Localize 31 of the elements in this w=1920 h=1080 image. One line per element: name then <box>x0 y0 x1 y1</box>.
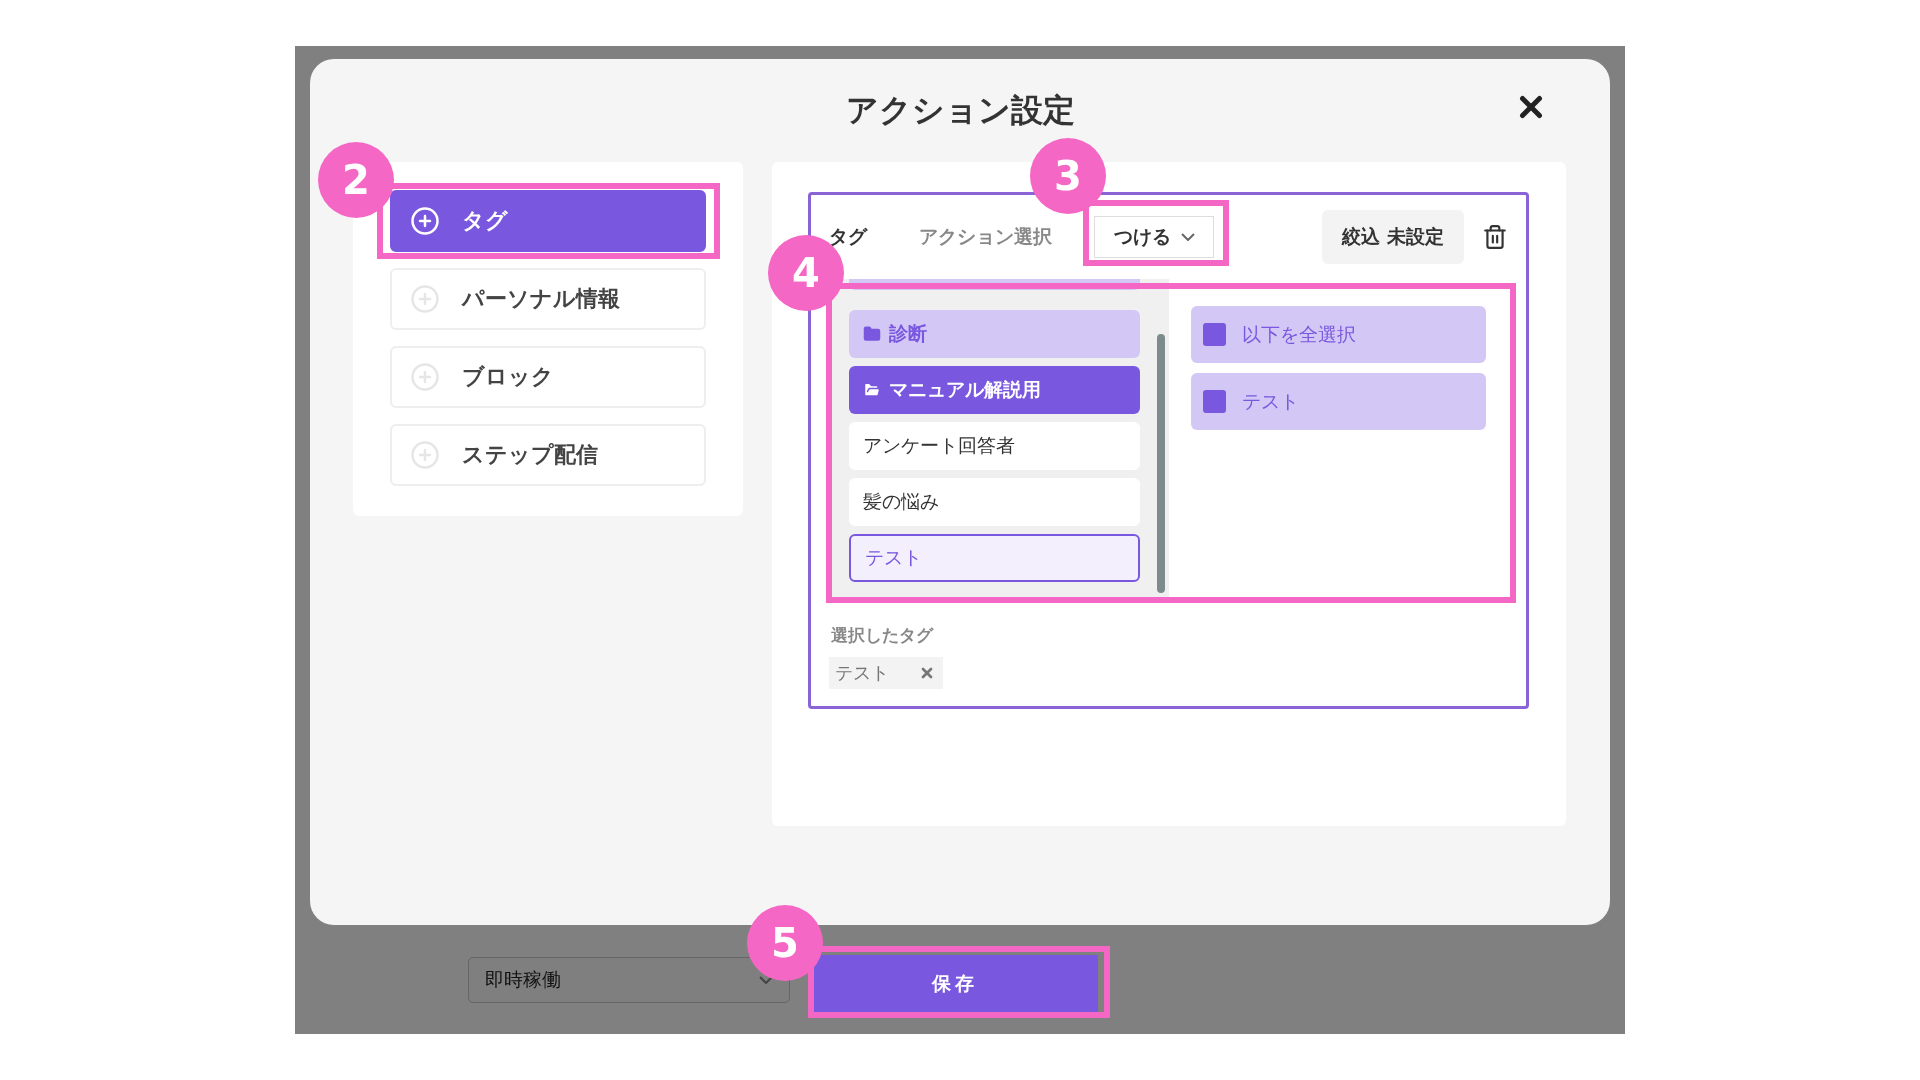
tag-item[interactable]: 髪の悩み <box>849 478 1140 526</box>
tag-option[interactable]: テスト <box>1191 373 1486 430</box>
chevron-down-icon <box>759 975 773 984</box>
remove-icon[interactable] <box>919 665 935 681</box>
selected-tags-label: 選択したタグ <box>831 624 935 647</box>
save-button[interactable]: 保存 <box>812 954 1098 1013</box>
checkbox[interactable] <box>1203 390 1226 413</box>
chip-label: テスト <box>835 661 889 685</box>
chevron-down-icon <box>1180 233 1195 241</box>
plus-circle-icon <box>410 206 440 236</box>
category-item[interactable]: パーソナル情報 <box>390 268 706 330</box>
plus-circle-icon <box>410 362 440 392</box>
folder-icon <box>863 381 881 399</box>
delete-button[interactable] <box>1482 224 1508 250</box>
checkbox[interactable] <box>1203 323 1226 346</box>
action-select-label: アクション選択 <box>919 224 1053 249</box>
tag-item[interactable]: アンケート回答者 <box>849 422 1140 470</box>
action-dropdown[interactable]: つける <box>1094 216 1214 258</box>
category-item[interactable]: タグ <box>390 190 706 252</box>
scrollbar-thumb[interactable] <box>1156 334 1165 593</box>
category-item[interactable]: ステップ配信 <box>390 424 706 486</box>
plus-circle-icon <box>410 440 440 470</box>
category-item[interactable]: ブロック <box>390 346 706 408</box>
filter-button[interactable]: 絞込 未設定 <box>1322 210 1464 264</box>
tag-option[interactable]: 以下を全選択 <box>1191 306 1486 363</box>
folder-item[interactable]: マニュアル解説用 <box>849 366 1140 414</box>
dialog-title: アクション設定 <box>845 89 1075 131</box>
folder-item[interactable]: 診断 <box>849 310 1140 358</box>
folder-icon <box>863 325 881 343</box>
plus-circle-icon <box>410 284 440 314</box>
tag-item[interactable]: テスト <box>849 534 1140 582</box>
